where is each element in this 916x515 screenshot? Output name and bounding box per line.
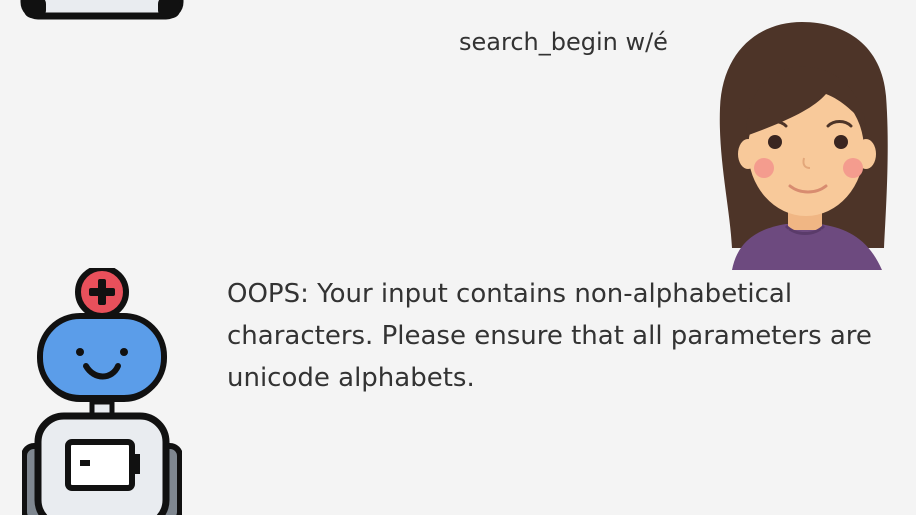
chat-window: search_begin w/é OOPS: Your input contai… bbox=[0, 0, 916, 515]
robot-avatar-icon bbox=[22, 268, 182, 515]
bot-message: OOPS: Your input contains non-alphabetic… bbox=[227, 279, 872, 393]
robot-avatar-icon bbox=[20, 0, 184, 20]
woman-avatar-icon bbox=[719, 22, 888, 270]
user-message: search_begin w/é bbox=[459, 28, 668, 56]
